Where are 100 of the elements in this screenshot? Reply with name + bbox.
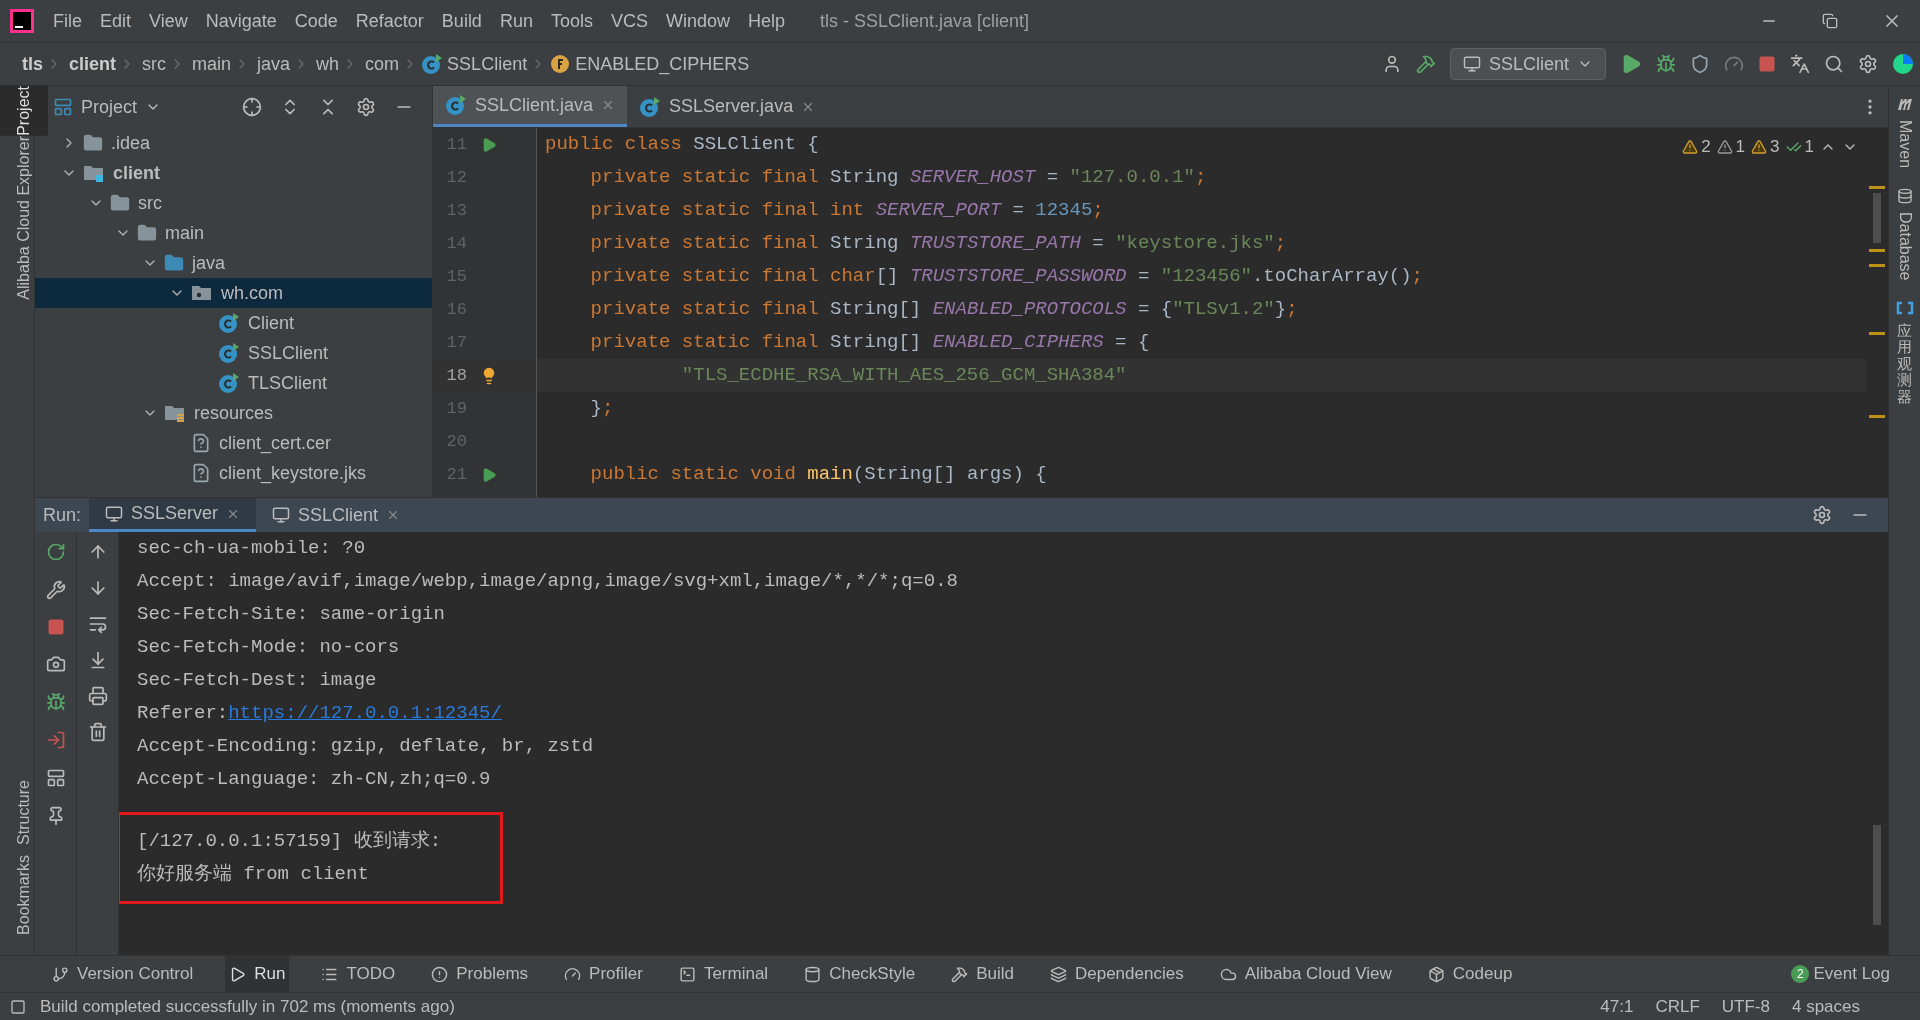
tool-window-tab[interactable]: Maven [1892,120,1917,169]
tool-window-tab[interactable]: Project [0,86,48,136]
menu-item[interactable]: VCS [601,7,657,35]
status-item[interactable]: CRLF [1655,993,1700,1020]
tool-window-tab[interactable]: Database [1892,212,1917,281]
profile-icon[interactable] [1724,54,1744,74]
breadcrumb[interactable]: main [192,50,232,78]
settings-icon[interactable] [1812,505,1832,525]
run-config-dropdown[interactable]: SSLClient [1449,48,1606,80]
trash-icon[interactable] [87,722,108,742]
run-gutter-icon[interactable] [481,466,497,483]
settings-icon[interactable] [1858,54,1878,74]
scrollbar-thumb[interactable] [1873,193,1881,243]
tree-item[interactable]: SSLClient [35,338,432,368]
tool-window-button[interactable]: Build [947,956,1018,992]
tool-window-tab[interactable]: Structure [0,780,34,845]
menu-item[interactable]: Help [739,7,795,35]
layers-icon [1049,965,1067,983]
link[interactable]: https://127.0.0.1:12345/ [228,699,502,728]
tool-window-button[interactable]: Codeup [1423,956,1517,992]
tree-item[interactable]: wh.com [35,278,432,308]
menu-item[interactable]: Tools [541,7,602,35]
stop-icon[interactable] [1758,55,1776,73]
tool-window-button[interactable]: Profiler [560,956,647,992]
search-icon[interactable] [1824,54,1844,74]
breadcrumb[interactable]: java [257,50,291,78]
panel-title[interactable]: Project [81,93,138,121]
menu-item[interactable]: Run [490,7,542,35]
locate-icon[interactable] [242,97,262,117]
status-item[interactable]: 4 spaces [1791,993,1860,1020]
inspection-count[interactable]: 1 [1735,134,1746,160]
menu-item[interactable]: Code [285,7,347,35]
tool-window-tab[interactable]: Bookmarks [0,854,34,935]
gauge-icon [564,965,582,983]
print-icon[interactable] [87,686,108,706]
run-tab[interactable]: SSLClient [256,498,417,532]
tree-item[interactable]: resources [35,398,432,428]
panel-toggle-icon[interactable] [10,998,26,1015]
code-line: public class SSLClient { [545,132,819,158]
breadcrumb[interactable]: wh [316,50,340,78]
class-icon [639,95,662,118]
scrollbar-thumb[interactable] [1873,825,1881,925]
debug-icon[interactable] [45,692,66,712]
class-icon [218,342,240,364]
maven-icon[interactable] [1895,96,1914,112]
item-label: .idea [111,131,151,155]
tool-window-tab[interactable]: 应用观测器 [1897,322,1912,406]
tool-window-button[interactable]: Run [225,956,290,992]
settings-icon[interactable] [356,97,376,117]
unknown-file-icon [191,463,211,483]
wrap-icon[interactable] [87,614,108,634]
tool-window-button[interactable]: Dependencies [1045,956,1188,992]
menu-item[interactable]: View [140,7,197,35]
menu-item[interactable]: Navigate [196,7,286,35]
event-log-button[interactable]: Event Log [1813,961,1890,987]
run-tab[interactable]: SSLServer [89,498,257,532]
tree-item[interactable]: Client [35,308,432,338]
wrench-icon[interactable] [45,580,66,600]
breadcrumb[interactable]: com [365,50,400,78]
tool-window-button[interactable]: TODO [317,956,400,992]
database-icon[interactable] [1896,188,1913,205]
menu-item[interactable]: Edit [91,7,141,35]
debug-icon[interactable] [1656,54,1676,74]
breadcrumb[interactable]: ENABLED_CIPHERS [575,50,750,78]
layout-icon[interactable] [45,768,66,788]
breadcrumb[interactable]: tls [22,50,43,78]
tool-window-button[interactable]: CheckStyle [800,956,920,992]
tool-window-button[interactable]: Alibaba Cloud View [1215,956,1396,992]
plugin-logo-icon [1892,53,1914,75]
menu-item[interactable]: Build [432,7,491,35]
observer-icon[interactable] [1895,300,1914,315]
tool-window-button[interactable]: Terminal [674,956,773,992]
inspection-count[interactable]: 3 [1770,134,1780,160]
coverage-icon[interactable] [1690,54,1710,74]
exit-icon[interactable] [45,730,66,750]
status-item[interactable]: UTF-8 [1721,993,1770,1020]
breadcrumb[interactable]: src [142,50,167,78]
tool-window-button[interactable]: Version Control [48,956,198,992]
rerun-icon[interactable] [45,542,66,562]
editor-tab[interactable]: SSLClient.java [433,86,628,127]
restore-icon[interactable] [1822,13,1838,29]
breadcrumb[interactable]: SSLClient [447,50,528,78]
tool-window-button[interactable]: Problems [427,956,533,992]
menu-item[interactable]: File [44,7,91,35]
menu-item[interactable]: Window [656,7,739,35]
inspection-count[interactable]: 1 [1804,134,1814,160]
stop-icon[interactable] [46,618,65,636]
menu-item[interactable]: Refactor [346,7,433,35]
run-gutter-icon[interactable] [481,136,497,153]
translate-icon[interactable] [1790,54,1810,74]
editor-tab[interactable]: SSLServer.java [627,86,828,127]
tree-item[interactable]: client_cert.cer [35,428,432,458]
breadcrumb[interactable]: client [69,50,117,78]
console-line: sec-ch-ua-mobile: ?0 [137,536,366,562]
tree-item[interactable]: TLSClient [35,368,432,398]
status-item[interactable]: 47:1 [1600,993,1634,1020]
inspection-count[interactable]: 2 [1701,134,1711,160]
hammer-icon[interactable] [1415,54,1436,74]
tree-item[interactable]: client_keystore.jks [35,458,432,488]
camera-icon[interactable] [45,654,66,674]
